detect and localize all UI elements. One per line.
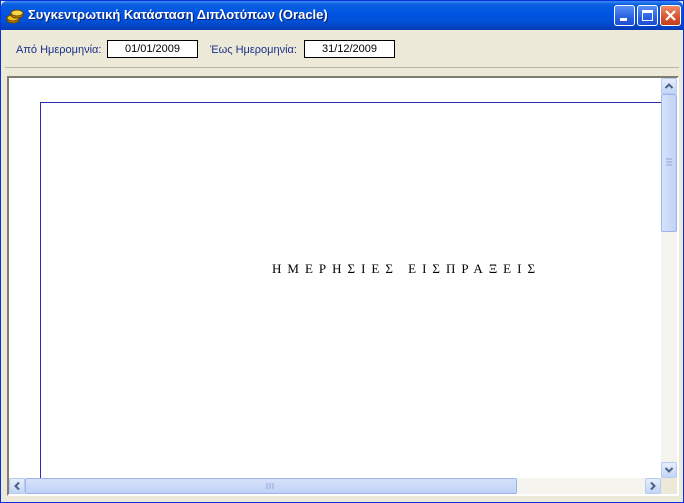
scroll-right-button[interactable] — [645, 478, 661, 494]
scroll-up-button[interactable] — [661, 78, 677, 94]
report-viewer[interactable]: ΗΜΕΡΗΣΙΕΣ ΕΙΣΠΡΑΞΕΙΣ — [7, 76, 679, 496]
arrow-left-icon — [14, 481, 20, 491]
report-page — [40, 102, 677, 494]
maximize-icon — [642, 10, 653, 21]
minimize-icon — [620, 18, 627, 21]
arrow-up-icon — [664, 83, 674, 89]
to-date-field[interactable]: 31/12/2009 — [304, 40, 395, 58]
from-date-field[interactable]: 01/01/2009 — [107, 40, 198, 58]
window-title: Συγκεντρωτική Κατάσταση Διπλοτύπων (Orac… — [28, 7, 328, 22]
vertical-scroll-thumb[interactable] — [661, 94, 677, 232]
arrow-right-icon — [650, 481, 656, 491]
to-date-label: Έως Ημερομηνία: — [210, 44, 297, 56]
close-button[interactable] — [660, 5, 681, 26]
report-window: Συγκεντρωτική Κατάσταση Διπλοτύπων (Orac… — [0, 0, 684, 503]
scroll-down-button[interactable] — [661, 462, 677, 478]
date-filter-bar: Από Ημερομηνία: 01/01/2009 Έως Ημερομηνί… — [5, 34, 679, 68]
scrollbar-corner — [661, 478, 677, 494]
grip-icon — [266, 483, 274, 489]
scroll-left-button[interactable] — [9, 478, 25, 494]
horizontal-scrollbar[interactable] — [9, 478, 661, 494]
maximize-button[interactable] — [637, 5, 658, 26]
from-date-label: Από Ημερομηνία: — [16, 44, 102, 56]
grip-icon — [666, 158, 672, 166]
minimize-button[interactable] — [614, 5, 635, 26]
title-bar[interactable]: Συγκεντρωτική Κατάσταση Διπλοτύπων (Orac… — [1, 1, 683, 30]
report-title: ΗΜΕΡΗΣΙΕΣ ΕΙΣΠΡΑΞΕΙΣ — [272, 261, 542, 276]
close-icon — [665, 10, 676, 21]
vertical-scrollbar[interactable] — [661, 78, 677, 478]
arrow-down-icon — [664, 467, 674, 473]
coins-icon[interactable] — [6, 7, 24, 25]
horizontal-scroll-thumb[interactable] — [25, 478, 517, 494]
